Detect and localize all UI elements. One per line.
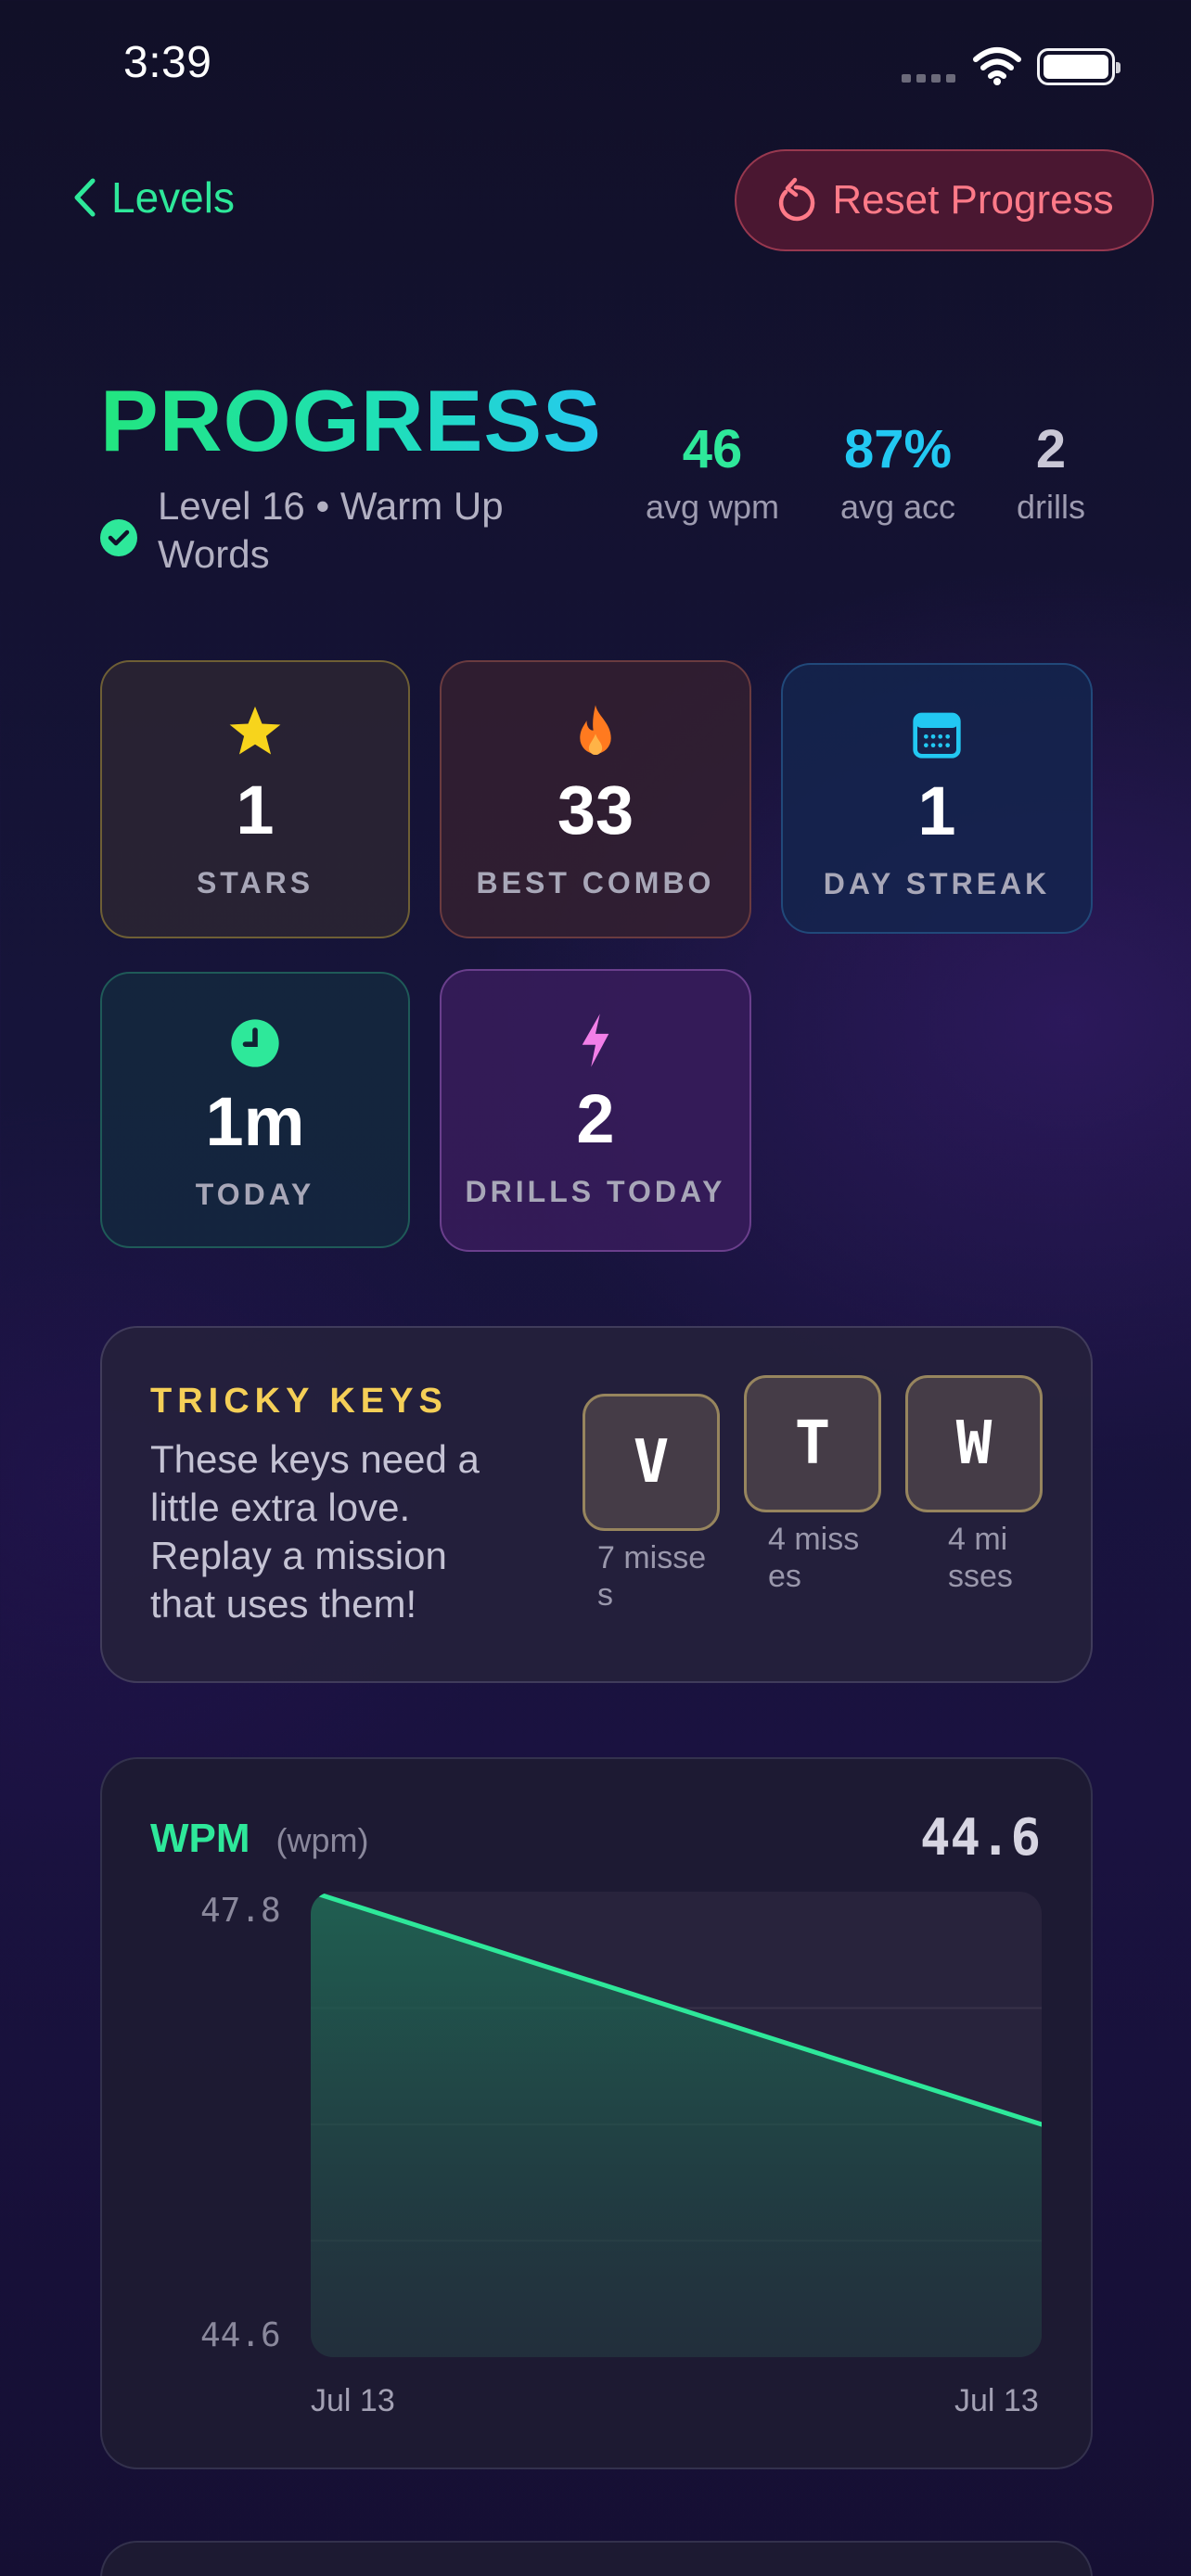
wpm-chart-unit: (wpm)	[275, 1821, 369, 1859]
stars-value: 1	[236, 772, 275, 848]
tricky-keys-heading: TRICKY KEYS	[150, 1382, 448, 1421]
wpm-chart-title: WPM	[150, 1816, 250, 1861]
reset-progress-label: Reset Progress	[832, 177, 1114, 223]
tricky-key-misses: 4 misses	[768, 1522, 860, 1594]
best-combo-value: 33	[557, 772, 634, 848]
stars-label: STARS	[196, 866, 314, 899]
calendar-icon	[911, 706, 963, 763]
back-button[interactable]: Levels	[72, 172, 235, 223]
wpm-current-value: 44.6	[919, 1808, 1041, 1867]
y-axis-max-label: 47.8	[200, 1892, 281, 1930]
drills-today-tile: 2 DRILLS TODAY	[440, 969, 751, 1252]
stat-value: 87%	[843, 419, 953, 479]
current-level: Level 16 • Warm Up Words	[100, 482, 510, 579]
stat-label: avg acc	[839, 488, 956, 526]
wpm-area	[311, 1892, 1042, 2357]
lightning-icon	[577, 1012, 614, 1069]
x-axis-start-label: Jul 13	[311, 2383, 395, 2418]
day-streak-value: 1	[917, 772, 956, 849]
drills-today-label: DRILLS TODAY	[465, 1175, 726, 1208]
flame-icon	[572, 703, 619, 760]
chevron-left-icon	[74, 178, 96, 217]
tricky-key-w[interactable]: W	[905, 1375, 1043, 1512]
stat-label: drills	[1016, 488, 1085, 526]
page-title: PROGRESS	[100, 372, 602, 469]
wpm-chart-plot	[311, 1892, 1042, 2357]
stat-value: 46	[682, 419, 743, 479]
day-streak-tile: 1 DAY STREAK	[781, 663, 1093, 934]
stat-avg-wpm: 46 avg wpm	[634, 417, 791, 527]
drills-today-value: 2	[576, 1080, 615, 1157]
tricky-key-misses: 7 misses	[597, 1540, 707, 1613]
cellular-signal-icon	[902, 74, 955, 83]
next-card	[100, 2541, 1093, 2576]
day-streak-label: DAY STREAK	[823, 867, 1051, 900]
wifi-icon	[972, 46, 1022, 90]
status-time: 3:39	[123, 38, 212, 87]
clock-icon	[229, 1014, 281, 1072]
today-value: 1m	[205, 1083, 305, 1160]
battery-icon	[1037, 48, 1121, 85]
tricky-keys-description: These keys need a little extra love. Rep…	[150, 1437, 480, 1626]
best-combo-tile: 33 BEST COMBO	[440, 660, 751, 938]
reset-icon	[779, 177, 815, 222]
wpm-chart-svg	[311, 1892, 1042, 2357]
stars-tile: 1 STARS	[100, 660, 410, 938]
stat-drills: 2 drills	[1000, 417, 1102, 527]
x-axis-end-label: Jul 13	[954, 2383, 1039, 2418]
tricky-key-t[interactable]: T	[744, 1375, 881, 1512]
tricky-key-misses: 4 misses	[948, 1522, 1013, 1594]
stat-value: 2	[1035, 419, 1067, 479]
today-label: TODAY	[195, 1178, 315, 1211]
level-text: Level 16 • Warm Up Words	[158, 484, 504, 576]
back-label: Levels	[111, 173, 235, 222]
today-tile: 1m TODAY	[100, 972, 410, 1248]
reset-progress-button[interactable]: Reset Progress	[735, 149, 1154, 251]
y-axis-min-label: 44.6	[200, 2316, 281, 2354]
stat-avg-acc: 87% avg acc	[824, 417, 972, 527]
star-icon	[226, 703, 284, 760]
wpm-chart-header: WPM (wpm)	[150, 1816, 369, 1862]
checkmark-icon	[100, 519, 137, 556]
best-combo-label: BEST COMBO	[476, 866, 715, 899]
tricky-key-v[interactable]: V	[583, 1394, 720, 1531]
stat-label: avg wpm	[645, 488, 780, 526]
